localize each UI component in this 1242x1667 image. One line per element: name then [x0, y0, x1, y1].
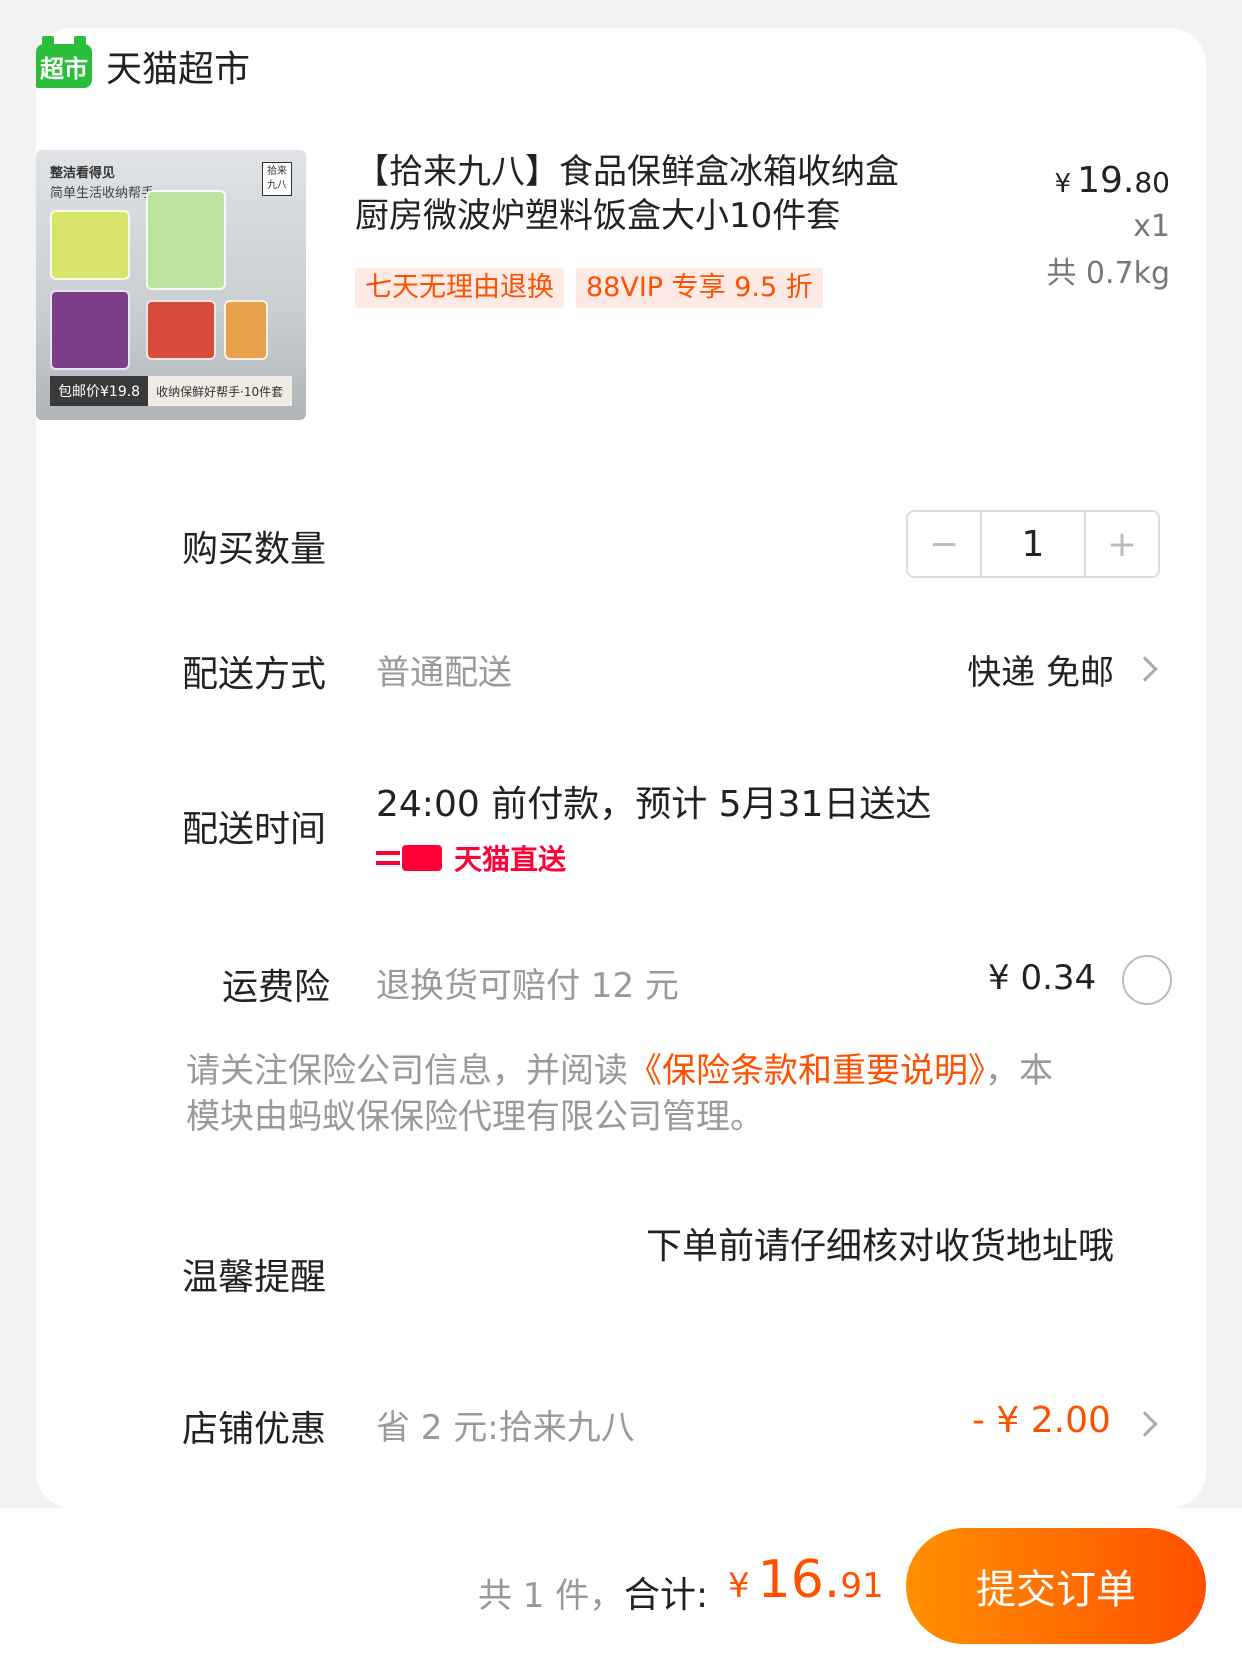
store-discount-label: 店铺优惠 — [182, 1409, 327, 1450]
total-label: 合计: — [624, 1575, 709, 1616]
container-graphic — [146, 300, 216, 360]
image-price-tag: 包邮价¥19.8 收纳保鲜好帮手·10件套 — [50, 376, 292, 406]
increase-qty-button[interactable]: + — [1086, 512, 1158, 576]
shipping-method-right[interactable]: 快递 免邮 — [967, 645, 1114, 694]
delivery-time-value: 24:00 前付款，预计 5月31日送达 — [376, 784, 932, 825]
delivery-time-label: 配送时间 — [182, 809, 327, 850]
store-logo-text: 超市 — [40, 54, 88, 83]
product-title[interactable]: 【拾来九八】食品保鲜盒冰箱收纳盒厨房微波炉塑料饭盒大小10件套 — [355, 150, 915, 238]
total-currency: ¥ — [728, 1566, 750, 1606]
total-integer: 16. — [757, 1550, 841, 1610]
price-currency: ¥ — [1054, 169, 1072, 199]
reminder-label: 温馨提醒 — [182, 1257, 327, 1298]
quantity-stepper: − 1 + — [906, 510, 1160, 578]
purchase-qty-label: 购买数量 — [182, 529, 327, 570]
total-decimal: 91 — [840, 1566, 884, 1606]
shipping-insurance-label: 运费险 — [222, 967, 331, 1008]
container-graphic — [146, 190, 226, 290]
insurance-radio-button[interactable] — [1122, 955, 1172, 1005]
image-brand-mark: 拾来九八 — [262, 162, 292, 196]
total-amount: ¥16.91 — [728, 1550, 884, 1610]
product-weight: 共 0.7kg — [1046, 256, 1170, 291]
vip-discount-tag: 88VIP 专享 9.5 折 — [576, 268, 823, 308]
qty-value[interactable]: 1 — [980, 512, 1086, 576]
store-discount-amount[interactable]: - ¥ 2.00 — [972, 1400, 1111, 1441]
item-count: 共 1 件， — [478, 1576, 624, 1616]
shipping-method-label: 配送方式 — [182, 654, 327, 695]
image-caption-1: 整洁看得见 — [50, 166, 116, 181]
decrease-qty-button[interactable]: − — [908, 512, 980, 576]
product-price: ¥19.80 — [1046, 160, 1170, 201]
container-graphic — [50, 290, 130, 370]
image-caption-2: 简单生活收纳帮手 — [50, 186, 155, 201]
insurance-notice: 请关注保险公司信息，并阅读《保险条款和重要说明》，本模块由蚂蚁保保险代理有限公司… — [186, 1048, 1066, 1140]
insurance-terms-link[interactable]: 《保险条款和重要说明》 — [628, 1051, 985, 1091]
reminder-text: 下单前请仔细核对收货地址哦 — [645, 1226, 1114, 1267]
container-graphic — [50, 210, 130, 280]
price-integer: 19. — [1077, 160, 1135, 201]
product-price-column: ¥19.80 x1 共 0.7kg — [1046, 160, 1170, 292]
store-name: 天猫超市 — [106, 49, 251, 90]
container-graphic — [224, 300, 268, 360]
tmall-direct-text: 天猫直送 — [454, 843, 567, 876]
image-tag-price: 包邮价¥19.8 — [50, 376, 149, 406]
product-image[interactable]: 整洁看得见 简单生活收纳帮手 拾来九八 包邮价¥19.8 收纳保鲜好帮手·10件… — [36, 150, 306, 420]
image-tag-text: 收纳保鲜好帮手·10件套 — [156, 384, 284, 399]
price-decimal: 80 — [1134, 166, 1170, 199]
shipping-method-value[interactable]: 普通配送 — [376, 645, 512, 694]
product-tags: 七天无理由退换 88VIP 专享 9.5 折 — [355, 268, 835, 308]
product-quantity: x1 — [1133, 209, 1170, 244]
notice-text: 请关注保险公司信息，并阅读 — [186, 1051, 628, 1091]
tmall-direct-badge: 天猫直送 — [376, 838, 566, 878]
shipping-insurance-desc: 退换货可赔付 12 元 — [376, 966, 679, 1006]
submit-order-button[interactable]: 提交订单 — [906, 1528, 1206, 1644]
store-header[interactable]: 超市 天猫超市 — [36, 36, 251, 92]
shipping-insurance-price: ¥ 0.34 — [988, 958, 1097, 998]
tmall-direct-icon — [376, 843, 446, 873]
store-discount-value[interactable]: 省 2 元:拾来九八 — [376, 1400, 635, 1449]
tmall-supermarket-logo: 超市 — [36, 36, 92, 88]
return-policy-tag: 七天无理由退换 — [355, 268, 564, 308]
